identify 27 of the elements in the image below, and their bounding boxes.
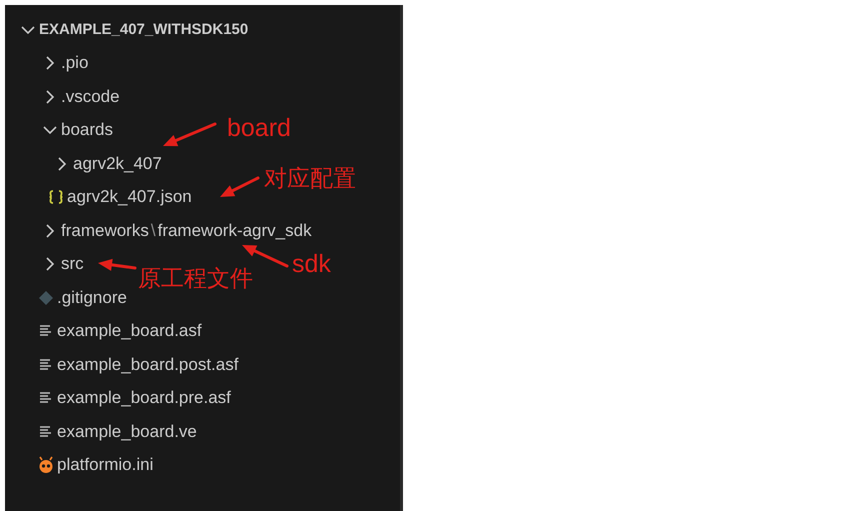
- diamond-icon: [37, 288, 55, 307]
- file-name[interactable]: example_board.pre.asf: [55, 388, 231, 408]
- file-name[interactable]: agrv2k_407.json: [65, 187, 192, 208]
- file-name[interactable]: platformio.ini: [55, 455, 154, 476]
- folder-name[interactable]: agrv2k_407: [71, 154, 162, 174]
- folder-name[interactable]: boards: [59, 120, 113, 140]
- path-separator: \: [150, 220, 157, 241]
- folder-name[interactable]: src: [59, 254, 84, 274]
- annotation-label: sdk: [292, 252, 331, 277]
- braces-icon: [47, 188, 65, 206]
- file-name[interactable]: example_board.ve: [55, 422, 197, 442]
- file-name[interactable]: example_board.asf: [55, 321, 202, 342]
- folder-name[interactable]: .vscode: [59, 86, 120, 107]
- file-name[interactable]: example_board.post.asf: [55, 354, 238, 375]
- folder-title[interactable]: EXAMPLE_407_WITHSDK150: [37, 21, 248, 38]
- folder-name[interactable]: framework-agrv_sdk: [158, 220, 312, 241]
- arrow: [220, 176, 260, 197]
- annotation-label: 原工程文件: [138, 267, 253, 290]
- arrow: [242, 245, 288, 268]
- arrow: [98, 258, 136, 271]
- folder-name[interactable]: frameworks: [59, 220, 149, 241]
- file-name[interactable]: .gitignore: [55, 288, 127, 308]
- arrow: [163, 122, 216, 146]
- ant-head-icon: [37, 456, 55, 474]
- annotation-label: 对应配置: [264, 167, 356, 190]
- folder-name[interactable]: .pio: [59, 53, 88, 74]
- annotation-label: board: [227, 116, 291, 141]
